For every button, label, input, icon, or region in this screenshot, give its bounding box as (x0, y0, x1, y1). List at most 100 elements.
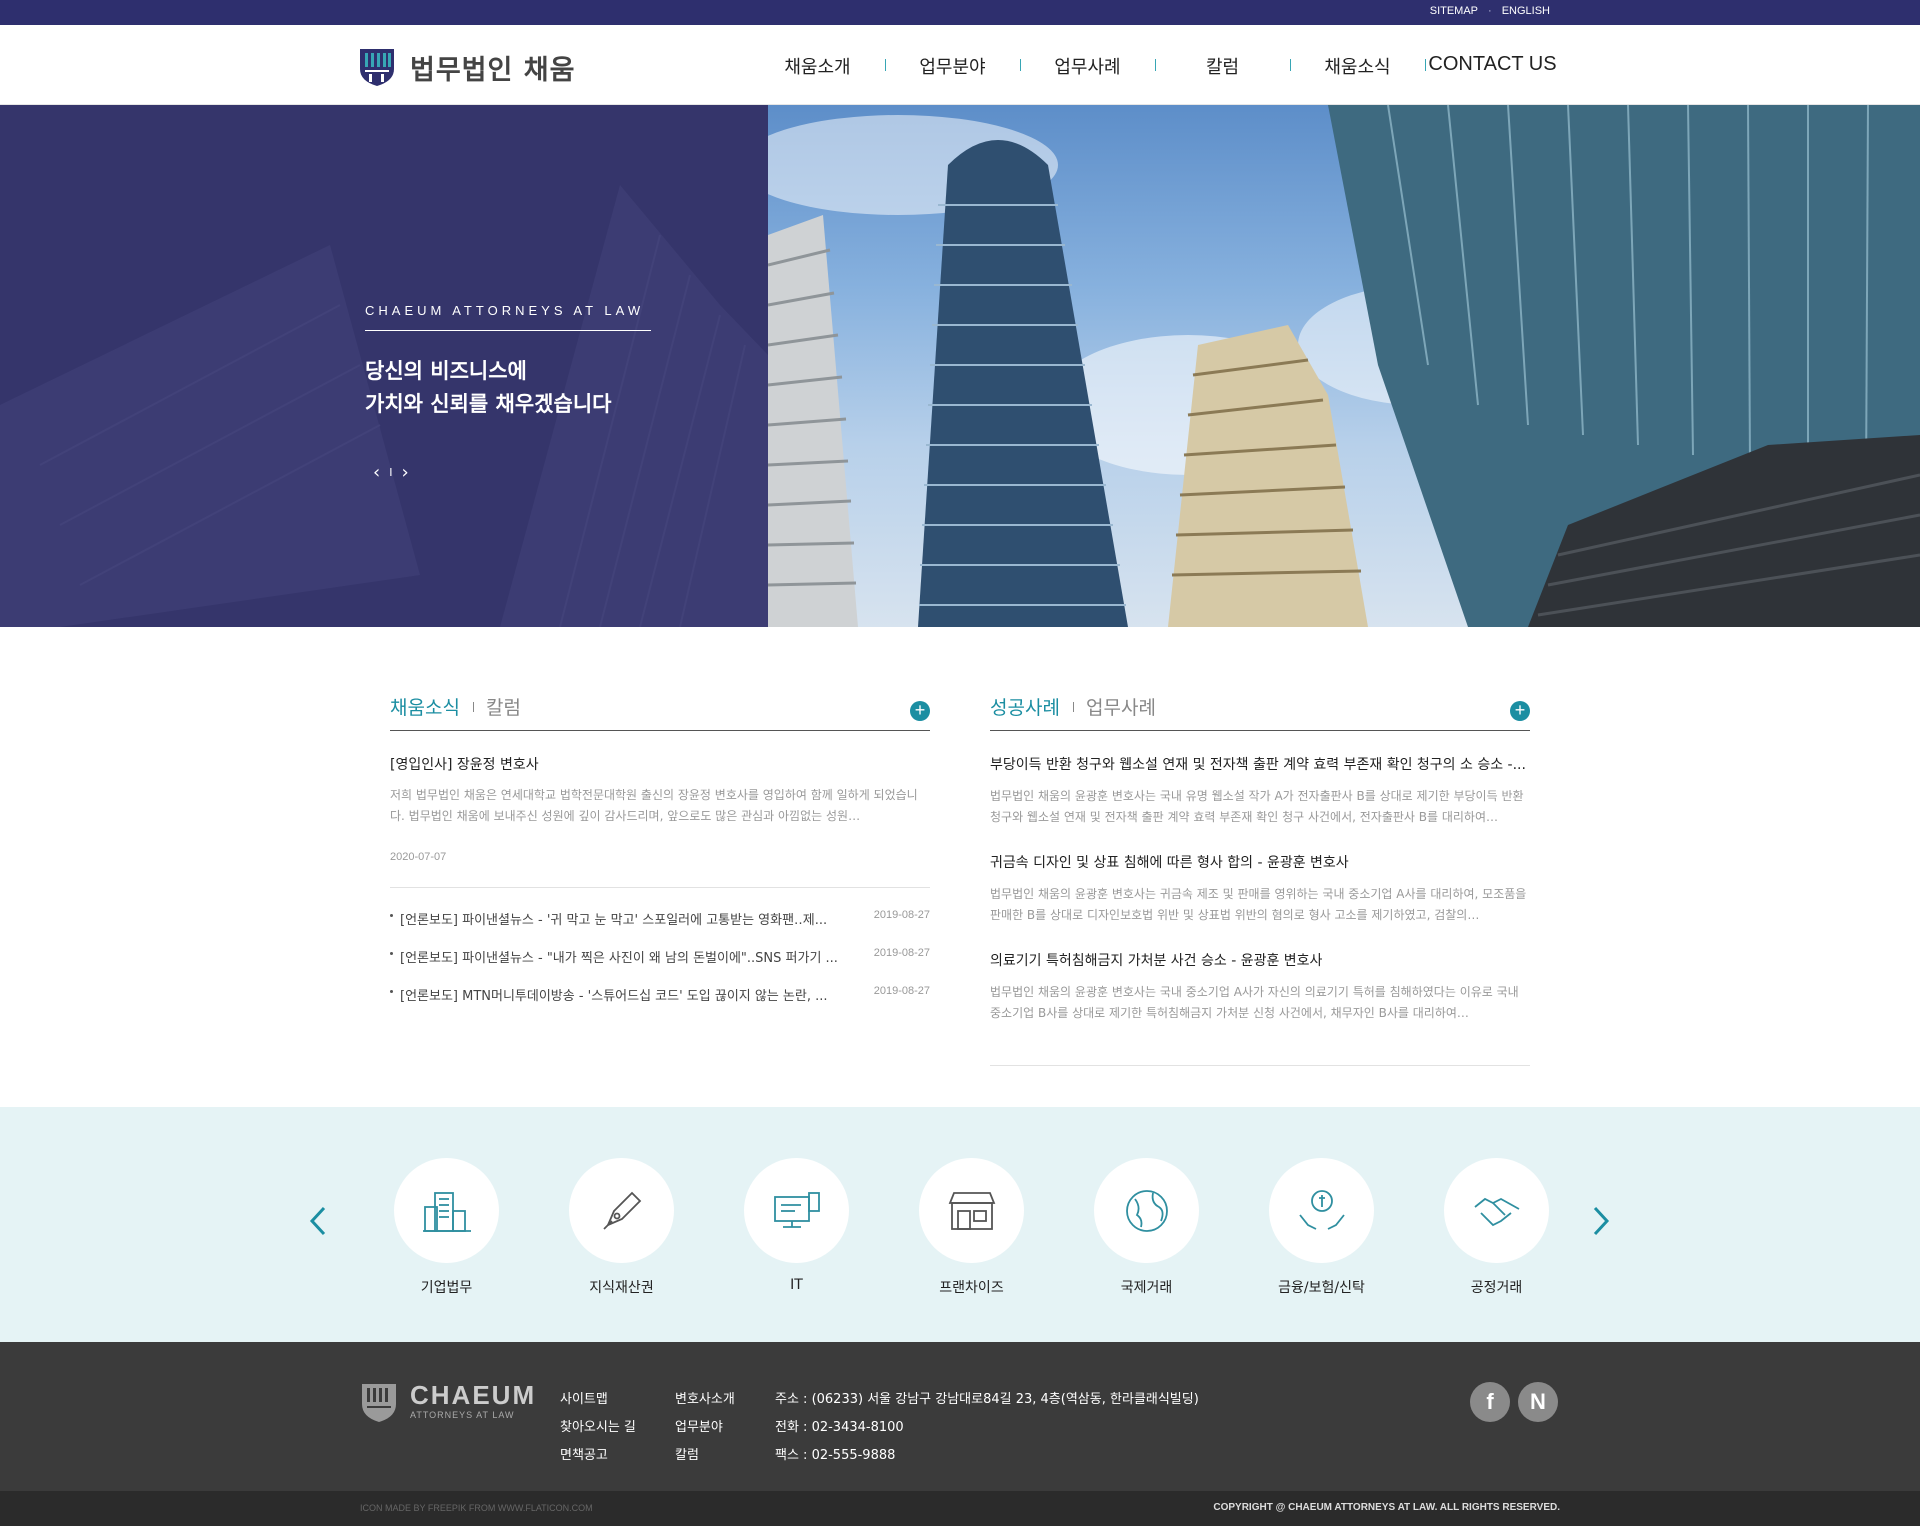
nav-item-news[interactable]: 채움소식 (1290, 53, 1425, 79)
case-board: 성공사례 업무사례 + 부당이득 반환 청구와 웹소설 연재 및 전자책 출판 … (990, 693, 1530, 1066)
icon-circle (919, 1158, 1024, 1263)
building-icon (422, 1191, 471, 1232)
utility-links: SITEMAP · ENGLISH (1430, 5, 1550, 17)
list-item[interactable]: [언론보도] MTN머니투데이방송 - '스튜어드십 코드' 도입 끊이지 않는… (390, 985, 930, 1023)
case-more-button[interactable]: + (1510, 701, 1530, 721)
hero-title-line-1: 당신의 비즈니스에 (365, 359, 527, 383)
practice-area-corporate[interactable]: 기업법무 (394, 1158, 499, 1297)
divider (390, 887, 930, 888)
news-item-title[interactable]: [언론보도] 파이낸셜뉴스 - "내가 찍은 사진이 왜 남의 돈벌이에"..S… (400, 947, 840, 966)
news-board: 채움소식 칼럼 + [영입인사] 장윤정 변호사 저희 법무법인 채움은 연세대… (390, 693, 930, 1004)
tab-success-cases[interactable]: 성공사례 (990, 693, 1060, 720)
tab-chaeum-news[interactable]: 채움소식 (390, 693, 460, 720)
nav-item-about[interactable]: 채움소개 (750, 53, 885, 79)
practice-area-finance[interactable]: 금융/보험/신탁 (1269, 1158, 1374, 1297)
case-summary: 법무법인 채움의 윤광훈 변호사는 국내 중소기업 A사가 자신의 의료기기 특… (990, 985, 1519, 1020)
hero-eyebrow: CHAEUM ATTORNEYS AT LAW (365, 303, 651, 331)
storefront-icon (948, 1191, 995, 1230)
hero-skyscraper-image (768, 105, 1920, 627)
icon-circle (744, 1158, 849, 1263)
tab-work-cases[interactable]: 업무사례 (1086, 693, 1156, 720)
featured-news-title[interactable]: [영입인사] 장윤정 변호사 (390, 754, 930, 774)
case-title[interactable]: 부당이득 반환 청구와 웹소설 연재 및 전자책 출판 계약 효력 부존재 확인… (990, 754, 1530, 774)
case-item[interactable]: 부당이득 반환 청구와 웹소설 연재 및 전자책 출판 계약 효력 부존재 확인… (990, 754, 1530, 828)
utility-separator: · (1488, 5, 1492, 17)
footer-link-practice-areas[interactable]: 업무분야 (675, 1414, 735, 1442)
bullet-icon (390, 952, 393, 955)
practice-area-international[interactable]: 국제거래 (1094, 1158, 1199, 1297)
divider (990, 1065, 1530, 1066)
nav-item-contact[interactable]: CONTACT US (1425, 53, 1560, 79)
news-board-header: 채움소식 칼럼 + (390, 693, 930, 731)
case-item[interactable]: 귀금속 디자인 및 상표 침해에 따른 형사 합의 - 윤광훈 변호사 법무법인… (990, 852, 1530, 926)
tab-column[interactable]: 칼럼 (486, 693, 521, 720)
icon-circle (1269, 1158, 1374, 1263)
hero-next-button[interactable]: › (401, 462, 408, 483)
hero-controls-divider: I (389, 466, 393, 479)
news-item-date: 2019-08-27 (873, 947, 930, 959)
news-item-date: 2019-08-27 (873, 909, 930, 921)
site-footer: CHAEUM ATTORNEYS AT LAW 사이트맵 찾아오시는 길 면책공… (0, 1342, 1920, 1491)
practice-area-label: 프랜차이즈 (939, 1280, 1004, 1296)
bullet-icon (390, 990, 393, 993)
case-summary: 법무법인 채움의 윤광훈 변호사는 국내 유명 웹소설 작가 A가 전자출판사 … (990, 789, 1524, 824)
case-title[interactable]: 의료기기 특허침해금지 가처분 사건 승소 - 윤광훈 변호사 (990, 950, 1530, 970)
footer-link-sitemap[interactable]: 사이트맵 (560, 1386, 636, 1414)
site-logo[interactable]: 법무법인 채움 (358, 47, 575, 87)
practice-next-icon[interactable] (1589, 1202, 1611, 1240)
footer-link-attorneys[interactable]: 변호사소개 (675, 1386, 735, 1414)
naver-blog-icon[interactable]: N (1518, 1382, 1558, 1422)
logo-emblem-icon (360, 49, 394, 86)
list-item[interactable]: [언론보도] 파이낸셜뉴스 - "내가 찍은 사진이 왜 남의 돈벌이에"..S… (390, 947, 930, 985)
featured-news-date: 2020-07-07 (390, 851, 447, 863)
footer-link-directions[interactable]: 찾아오시는 길 (560, 1414, 636, 1442)
footer-logo: CHAEUM ATTORNEYS AT LAW (360, 1382, 536, 1424)
bullet-icon (390, 914, 393, 917)
footer-links-2: 변호사소개 업무분야 칼럼 (675, 1386, 735, 1470)
practice-area-label: 국제거래 (1120, 1280, 1173, 1296)
footer-contact-info: 주소 : (06233) 서울 강남구 강남대로84길 23, 4층(역삼동, … (775, 1386, 1199, 1470)
tab-divider (473, 702, 474, 712)
list-item[interactable]: [언론보도] 파이낸셜뉴스 - '귀 막고 눈 막고' 스포일러에 고통받는 영… (390, 909, 930, 947)
icon-circle (569, 1158, 674, 1263)
practice-area-label: 지식재산권 (589, 1280, 654, 1296)
case-board-header: 성공사례 업무사례 + (990, 693, 1530, 731)
news-item-date: 2019-08-27 (873, 985, 930, 997)
copyright-bar: ICON MADE BY FREEPIK FROM WWW.FLATICON.C… (0, 1491, 1920, 1526)
icon-circle (1094, 1158, 1199, 1263)
footer-address: 주소 : (06233) 서울 강남구 강남대로84길 23, 4층(역삼동, … (775, 1392, 1199, 1407)
news-more-button[interactable]: + (910, 701, 930, 721)
english-link[interactable]: ENGLISH (1502, 5, 1550, 17)
footer-logo-name: CHAEUM (410, 1380, 537, 1410)
practice-area-fair-trade[interactable]: 공정거래 (1444, 1158, 1549, 1297)
sitemap-link[interactable]: SITEMAP (1430, 5, 1478, 17)
featured-news-summary: 저희 법무법인 채움은 연세대학교 법학전문대학원 출신의 장윤정 변호사를 영… (390, 788, 918, 823)
practice-prev-icon[interactable] (308, 1202, 330, 1240)
hero-prev-button[interactable]: ‹ (373, 462, 380, 483)
news-list: [언론보도] 파이낸셜뉴스 - '귀 막고 눈 막고' 스포일러에 고통받는 영… (390, 909, 930, 1023)
news-item-title[interactable]: [언론보도] 파이낸셜뉴스 - '귀 막고 눈 막고' 스포일러에 고통받는 영… (400, 909, 840, 928)
computer-icon (773, 1191, 820, 1228)
logo-text: 법무법인 채움 (410, 54, 576, 86)
practice-area-ip[interactable]: 지식재산권 (569, 1158, 674, 1297)
hero-slider-controls: ‹ I › (373, 462, 409, 483)
hero-title: 당신의 비즈니스에 가치와 신뢰를 채우겠습니다 (365, 355, 611, 421)
footer-phone: 전화 : 02-3434-8100 (775, 1420, 904, 1435)
footer-link-column[interactable]: 칼럼 (675, 1442, 735, 1470)
case-title[interactable]: 귀금속 디자인 및 상표 침해에 따른 형사 합의 - 윤광훈 변호사 (990, 852, 1530, 872)
skyscraper-illustration (768, 105, 1920, 627)
practice-area-it[interactable]: IT (744, 1158, 849, 1297)
nav-item-column[interactable]: 칼럼 (1155, 53, 1290, 79)
case-item[interactable]: 의료기기 특허침해금지 가처분 사건 승소 - 윤광훈 변호사 법무법인 채움의… (990, 950, 1530, 1024)
practice-area-label: 금융/보험/신탁 (1278, 1280, 1365, 1296)
news-item-title[interactable]: [언론보도] MTN머니투데이방송 - '스튜어드십 코드' 도입 끊이지 않는… (400, 985, 840, 1004)
facebook-icon[interactable]: f (1470, 1382, 1510, 1422)
globe-icon (1125, 1189, 1168, 1232)
practice-area-franchise[interactable]: 프랜차이즈 (919, 1158, 1024, 1297)
icon-circle (1444, 1158, 1549, 1263)
nav-item-cases[interactable]: 업무사례 (1020, 53, 1155, 79)
nav-item-practice-areas[interactable]: 업무분야 (885, 53, 1020, 79)
practice-areas-slider: 기업법무 지식재산권 IT 프랜차이즈 국제거래 금융/보험/신탁 공정거래 (0, 1107, 1920, 1342)
footer-links-1: 사이트맵 찾아오시는 길 면책공고 (560, 1386, 636, 1470)
footer-link-disclaimer[interactable]: 면책공고 (560, 1442, 636, 1470)
